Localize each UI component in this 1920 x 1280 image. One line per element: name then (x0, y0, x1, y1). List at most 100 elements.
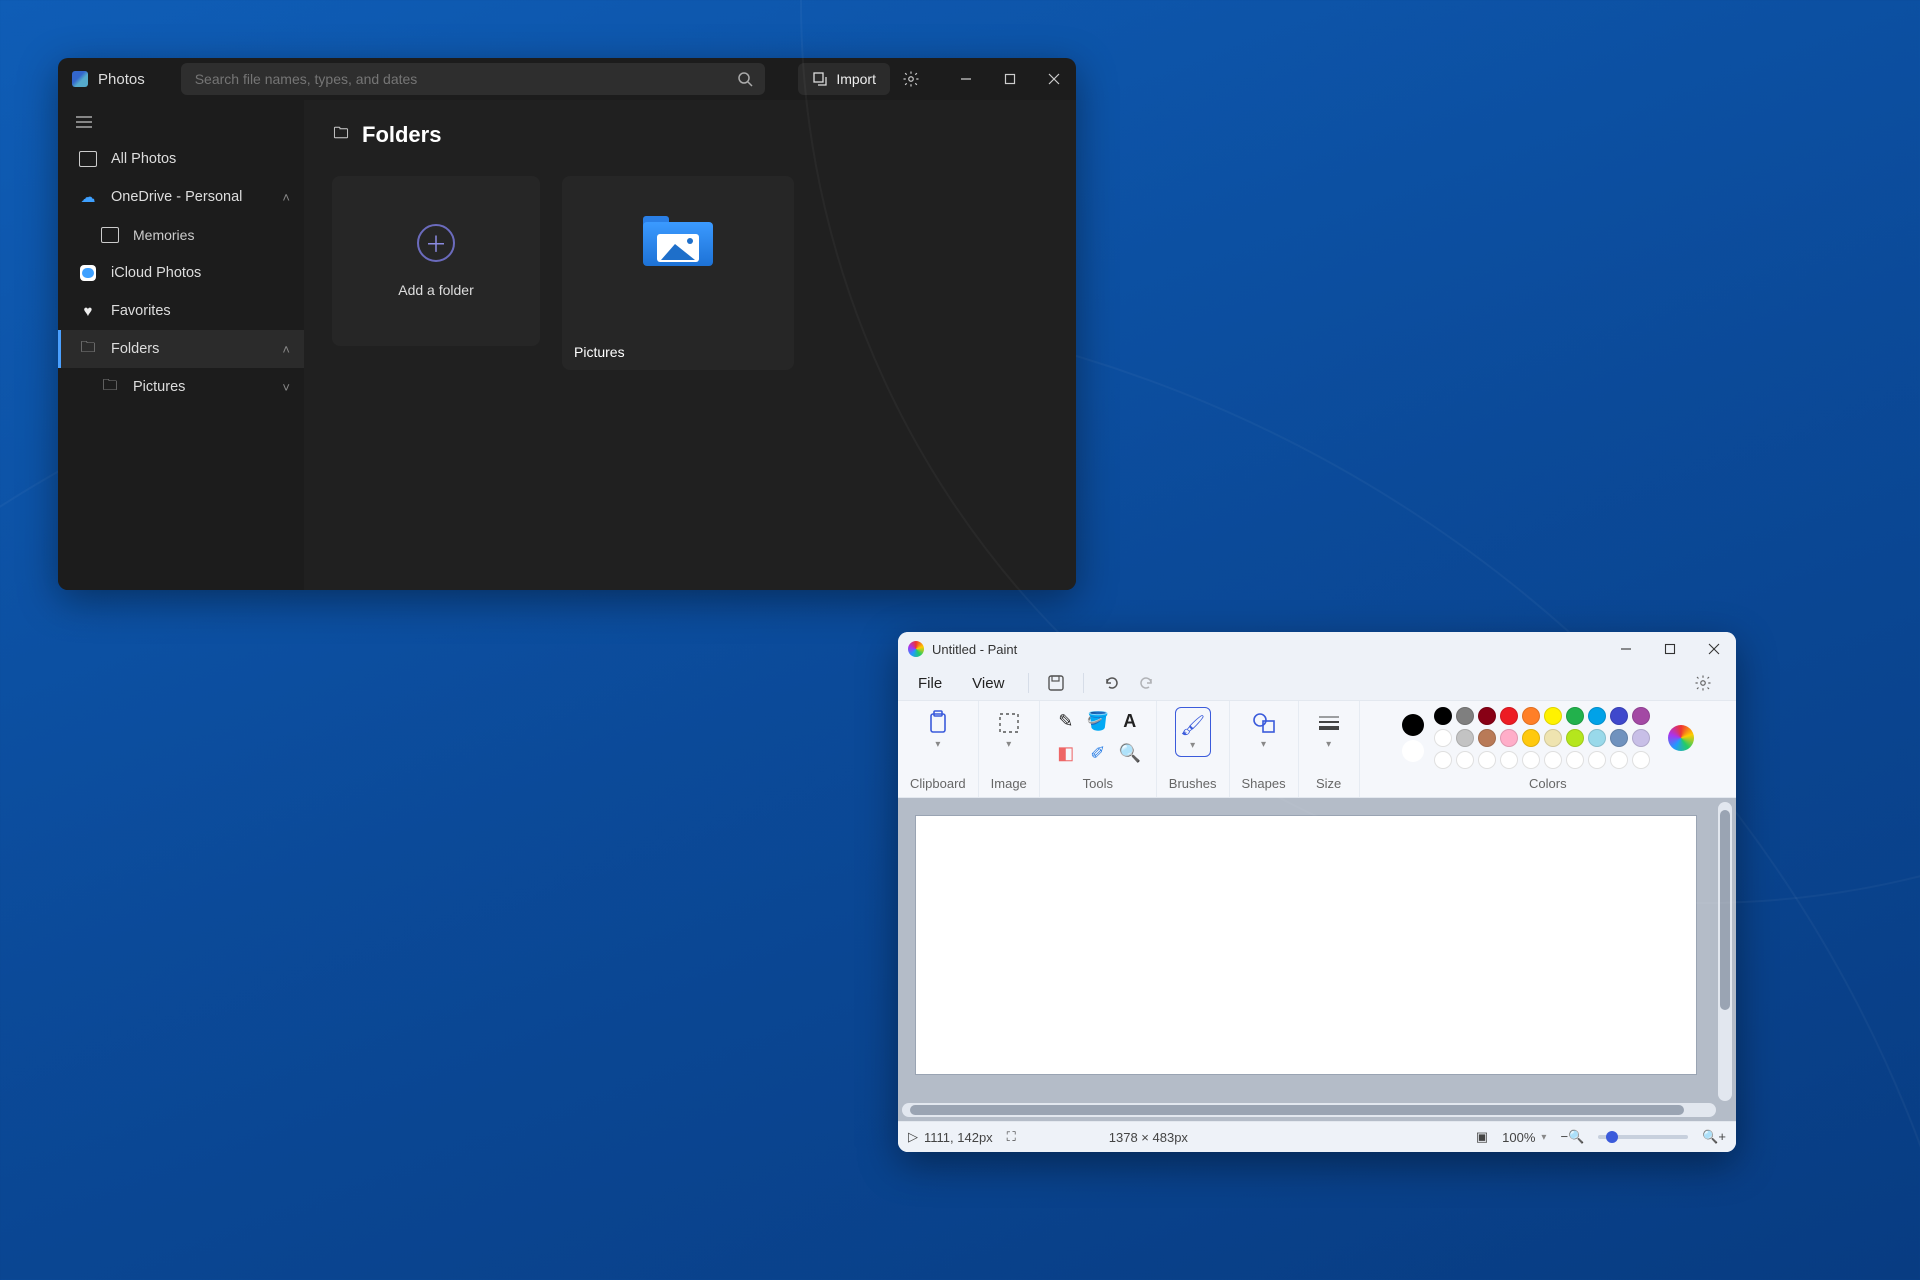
fit-button[interactable]: ▣ (1476, 1129, 1488, 1145)
maximize-button[interactable] (1648, 632, 1692, 666)
settings-button[interactable] (1688, 669, 1718, 697)
add-folder-card[interactable]: ＋ Add a folder (332, 176, 540, 346)
custom-color-slot[interactable] (1434, 751, 1452, 769)
close-button[interactable] (1692, 632, 1736, 666)
color-swatch[interactable] (1632, 707, 1650, 725)
search-input[interactable] (193, 70, 727, 88)
chevron-up-icon[interactable]: ˄ (282, 342, 290, 357)
photos-main: 🗀 Folders ＋ Add a folder Pictures (304, 100, 1076, 590)
settings-button[interactable] (896, 64, 926, 94)
minimize-button[interactable] (944, 58, 988, 100)
menu-view[interactable]: View (960, 671, 1016, 696)
sidebar-item-pictures[interactable]: 🗀 Pictures ˅ (58, 368, 304, 406)
zoom-level[interactable]: 100% ▾ (1502, 1130, 1546, 1145)
photos-window: Photos Import All Photos (58, 58, 1076, 590)
menu-file[interactable]: File (906, 671, 954, 696)
close-button[interactable] (1032, 58, 1076, 100)
color-1[interactable] (1402, 714, 1424, 762)
color-swatch[interactable] (1456, 729, 1474, 747)
canvas[interactable] (916, 816, 1696, 1074)
sidebar-item-memories[interactable]: Memories (58, 216, 304, 254)
magnifier-tool[interactable]: 🔍 (1116, 739, 1144, 767)
minimize-button[interactable] (1604, 632, 1648, 666)
zoom-slider[interactable] (1598, 1135, 1688, 1139)
add-folder-label: Add a folder (398, 282, 474, 298)
paint-menubar: File View (898, 666, 1736, 701)
vertical-scrollbar[interactable] (1718, 802, 1732, 1101)
sidebar-item-favorites[interactable]: ♥ Favorites (58, 292, 304, 330)
custom-color-slot[interactable] (1588, 751, 1606, 769)
brush-icon: 🖌 (1180, 713, 1205, 738)
paint-app-icon (908, 641, 924, 657)
chevron-down-icon[interactable]: ˅ (282, 380, 290, 395)
color-swatch[interactable] (1610, 729, 1628, 747)
sidebar-label: All Photos (111, 151, 176, 167)
sidebar-item-icloud[interactable]: iCloud Photos (58, 254, 304, 292)
color-swatch[interactable] (1610, 707, 1628, 725)
group-label: Colors (1529, 776, 1567, 793)
folder-thumbnail-icon (643, 210, 713, 266)
pencil-tool[interactable]: ✎ (1052, 707, 1080, 735)
custom-color-slot[interactable] (1500, 751, 1518, 769)
custom-color-slot[interactable] (1610, 751, 1628, 769)
folder-card-pictures[interactable]: Pictures (562, 176, 794, 370)
brushes-button[interactable]: 🖌 ▾ (1175, 707, 1211, 757)
zoom-out-button[interactable]: −🔍 (1560, 1129, 1584, 1145)
color-swatch[interactable] (1478, 729, 1496, 747)
sidebar-label: Favorites (111, 303, 171, 319)
color-swatch[interactable] (1588, 707, 1606, 725)
color-swatch[interactable] (1566, 707, 1584, 725)
color-swatch[interactable] (1588, 729, 1606, 747)
custom-color-slot[interactable] (1566, 751, 1584, 769)
color-swatch[interactable] (1544, 707, 1562, 725)
edit-colors-button[interactable] (1668, 725, 1694, 751)
folder-icon: 🗀 (79, 340, 97, 358)
select-button[interactable]: ▾ (991, 707, 1027, 752)
color-swatch[interactable] (1500, 707, 1518, 725)
custom-color-slot[interactable] (1632, 751, 1650, 769)
size-button[interactable]: ▾ (1311, 707, 1347, 752)
custom-color-slot[interactable] (1522, 751, 1540, 769)
picker-tool[interactable]: ✐ (1084, 739, 1112, 767)
eraser-tool[interactable]: ◧ (1052, 739, 1080, 767)
color-swatch[interactable] (1522, 707, 1540, 725)
group-image: ▾ Image (979, 701, 1040, 797)
paint-window: Untitled - Paint File View ▾ Clipboard ▾ (898, 632, 1736, 1152)
redo-button[interactable] (1132, 669, 1162, 697)
horizontal-scrollbar[interactable] (902, 1103, 1716, 1117)
shapes-button[interactable]: ▾ (1246, 707, 1282, 752)
select-icon (995, 709, 1023, 737)
color-swatch[interactable] (1500, 729, 1518, 747)
zoom-in-button[interactable]: 🔍+ (1702, 1129, 1726, 1145)
undo-button[interactable] (1096, 669, 1126, 697)
photos-sidebar: All Photos ☁ OneDrive - Personal ˄ Memor… (58, 100, 304, 590)
color-swatch[interactable] (1544, 729, 1562, 747)
search-icon[interactable] (737, 71, 753, 87)
sidebar-item-folders[interactable]: 🗀 Folders ˄ (58, 330, 304, 368)
custom-color-slot[interactable] (1478, 751, 1496, 769)
custom-color-slot[interactable] (1544, 751, 1562, 769)
color-swatch[interactable] (1434, 729, 1452, 747)
import-button[interactable]: Import (798, 63, 890, 95)
custom-color-slot[interactable] (1456, 751, 1474, 769)
color-swatch[interactable] (1566, 729, 1584, 747)
group-label: Brushes (1169, 776, 1217, 793)
sidebar-item-onedrive[interactable]: ☁ OneDrive - Personal ˄ (58, 178, 304, 216)
color-swatch[interactable] (1632, 729, 1650, 747)
fill-tool[interactable]: 🪣 (1084, 707, 1112, 735)
text-tool[interactable]: A (1116, 707, 1144, 735)
paste-button[interactable]: ▾ (920, 707, 956, 752)
save-button[interactable] (1041, 669, 1071, 697)
memories-icon (101, 226, 119, 244)
hamburger-button[interactable] (64, 104, 104, 140)
color-swatch[interactable] (1456, 707, 1474, 725)
paint-ribbon: ▾ Clipboard ▾ Image ✎ 🪣 A ◧ ✐ 🔍 Tools (898, 701, 1736, 798)
color-swatch[interactable] (1434, 707, 1452, 725)
maximize-button[interactable] (988, 58, 1032, 100)
search-field[interactable] (181, 63, 765, 95)
chevron-up-icon[interactable]: ˄ (282, 190, 290, 205)
color-swatch[interactable] (1478, 707, 1496, 725)
sidebar-item-all-photos[interactable]: All Photos (58, 140, 304, 178)
pictures-icon (79, 150, 97, 168)
color-swatch[interactable] (1522, 729, 1540, 747)
